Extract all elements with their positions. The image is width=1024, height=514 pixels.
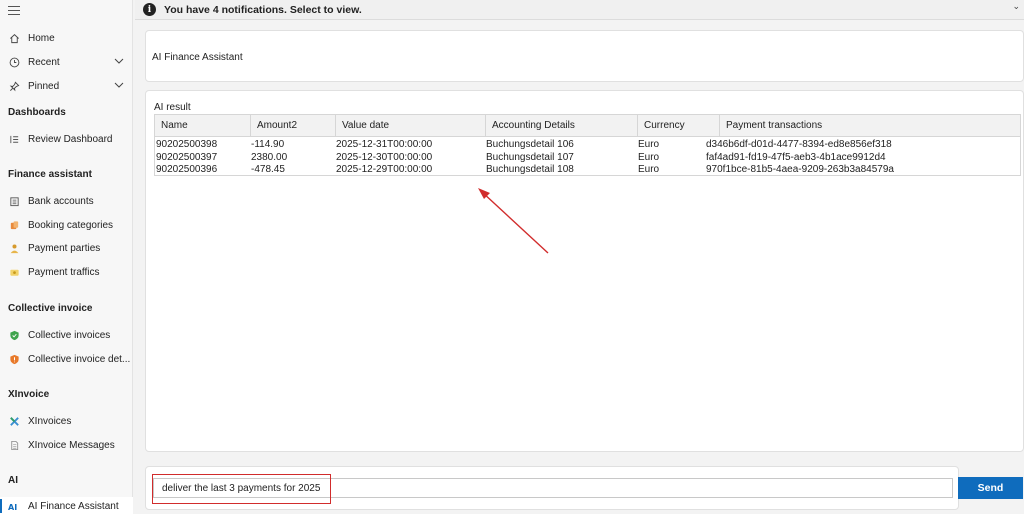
cell-amount: -114.90 <box>251 139 285 150</box>
section-dashboards: Dashboards <box>8 107 66 118</box>
nav-xinvoices[interactable]: XInvoices <box>0 412 133 430</box>
nav-payment-parties[interactable]: Payment parties <box>0 239 133 257</box>
hamburger-menu-icon[interactable] <box>8 6 20 16</box>
annotation-highlight-box <box>152 474 331 504</box>
cell-payment-transactions: d346b6df-d01d-4477-8394-ed8e856ef318 <box>706 139 892 150</box>
nav-home-label: Home <box>28 32 55 44</box>
chevron-down-icon[interactable] <box>114 80 124 93</box>
nav-collective-invoice-details-label: Collective invoice det... <box>28 353 131 365</box>
send-button[interactable]: Send <box>958 477 1023 499</box>
table-row[interactable]: 90202500397 2380.00 2025-12-30T00:00:00 … <box>155 152 1020 164</box>
column-header-payment-transactions[interactable]: Payment transactions <box>720 115 1020 137</box>
cell-name: 90202500396 <box>156 164 218 175</box>
invoice-shield-icon <box>8 329 20 341</box>
section-finance-assistant: Finance assistant <box>8 169 92 180</box>
cell-value-date: 2025-12-30T00:00:00 <box>336 151 433 163</box>
grid-header: Name Amount2 Value date Accounting Detai… <box>155 115 1020 137</box>
info-icon: i <box>143 3 156 16</box>
nav-recent[interactable]: Recent <box>0 53 133 71</box>
column-header-name[interactable]: Name <box>155 115 251 137</box>
column-header-amount[interactable]: Amount2 <box>251 115 336 137</box>
page-title: AI Finance Assistant <box>152 52 243 63</box>
result-grid[interactable]: Name Amount2 Value date Accounting Detai… <box>154 114 1021 176</box>
section-collective-invoice: Collective invoice <box>8 303 93 314</box>
table-row[interactable]: 90202500398 -114.90 2025-12-31T00:00:00 … <box>155 139 1020 151</box>
nav-recent-label: Recent <box>28 56 60 68</box>
cell-name: 90202500397 <box>156 151 218 163</box>
nav-review-dashboard-label: Review Dashboard <box>28 133 113 145</box>
page-header-card: AI Finance Assistant <box>145 30 1024 82</box>
xinvoice-icon <box>8 415 20 427</box>
section-ai: AI <box>8 475 18 486</box>
nav-pinned-label: Pinned <box>28 80 60 92</box>
notification-text[interactable]: You have 4 notifications. Select to view… <box>164 4 362 16</box>
nav-collective-invoices-label: Collective invoices <box>28 329 111 341</box>
nav-review-dashboard[interactable]: Review Dashboard <box>0 130 133 148</box>
ai-result-label: AI result <box>154 102 191 113</box>
nav-collective-invoice-details[interactable]: Collective invoice det... <box>0 350 133 368</box>
cell-accounting-details: Buchungsdetail 106 <box>486 139 574 150</box>
ai-result-card: AI result Name Amount2 Value date Accoun… <box>145 90 1024 452</box>
bank-icon <box>8 195 20 207</box>
nav-payment-traffics-label: Payment traffics <box>28 266 100 278</box>
table-row[interactable]: 90202500396 -478.45 2025-12-29T00:00:00 … <box>155 164 1020 176</box>
nav-collective-invoices[interactable]: Collective invoices <box>0 326 133 344</box>
nav-bank-accounts[interactable]: Bank accounts <box>0 192 133 210</box>
nav-xinvoice-messages-label: XInvoice Messages <box>28 439 115 451</box>
document-icon <box>8 439 20 451</box>
cell-currency: Euro <box>638 164 660 175</box>
cell-accounting-details: Buchungsdetail 108 <box>486 164 574 175</box>
annotation-arrow-icon <box>478 188 549 254</box>
ai-icon: AI <box>8 500 20 512</box>
svg-text:AI: AI <box>8 503 17 512</box>
cell-payment-transactions: faf4ad91-fd19-47f5-aeb3-4b1ace9912d4 <box>706 151 886 163</box>
nav-bank-accounts-label: Bank accounts <box>28 195 94 207</box>
section-xinvoice: XInvoice <box>8 389 50 400</box>
cell-amount: -478.45 <box>251 164 285 175</box>
nav-payment-parties-label: Payment parties <box>28 242 101 254</box>
cell-accounting-details: Buchungsdetail 107 <box>486 151 574 163</box>
cell-amount: 2380.00 <box>251 151 288 163</box>
payment-icon <box>8 266 20 278</box>
category-icon <box>8 219 20 231</box>
clock-icon <box>8 56 20 68</box>
nav-ai-finance-assistant[interactable]: AI AI Finance Assistant <box>0 497 133 514</box>
nav-pinned[interactable]: Pinned <box>0 77 133 95</box>
cell-currency: Euro <box>638 139 660 150</box>
active-indicator <box>0 499 2 513</box>
cell-value-date: 2025-12-29T00:00:00 <box>336 164 433 175</box>
notification-bar[interactable]: i You have 4 notifications. Select to vi… <box>135 0 1024 20</box>
column-header-accounting-details[interactable]: Accounting Details <box>486 115 638 137</box>
cell-value-date: 2025-12-31T00:00:00 <box>336 139 433 150</box>
nav-booking-categories-label: Booking categories <box>28 219 114 231</box>
nav-home[interactable]: Home <box>0 29 133 47</box>
nav-booking-categories[interactable]: Booking categories <box>0 216 133 234</box>
chevron-icon[interactable]: ⌄ <box>1012 1 1020 12</box>
nav-xinvoices-label: XInvoices <box>28 415 72 427</box>
sidebar: Home Recent Pinned Dashboards Review Das… <box>0 0 133 514</box>
nav-xinvoice-messages[interactable]: XInvoice Messages <box>0 436 133 454</box>
column-header-value-date[interactable]: Value date <box>336 115 486 137</box>
chevron-down-icon[interactable] <box>114 56 124 69</box>
invoice-detail-icon <box>8 353 20 365</box>
cell-payment-transactions: 970f1bce-81b5-4aea-9209-263b3a84579a <box>706 164 894 175</box>
cell-currency: Euro <box>638 151 660 163</box>
nav-ai-finance-assistant-label: AI Finance Assistant <box>28 500 119 512</box>
pin-icon <box>8 80 20 92</box>
nav-payment-traffics[interactable]: Payment traffics <box>0 263 133 281</box>
cell-name: 90202500398 <box>156 139 218 150</box>
column-header-currency[interactable]: Currency <box>638 115 720 137</box>
home-icon <box>8 32 20 44</box>
dashboard-icon <box>8 133 20 145</box>
people-icon <box>8 242 20 254</box>
